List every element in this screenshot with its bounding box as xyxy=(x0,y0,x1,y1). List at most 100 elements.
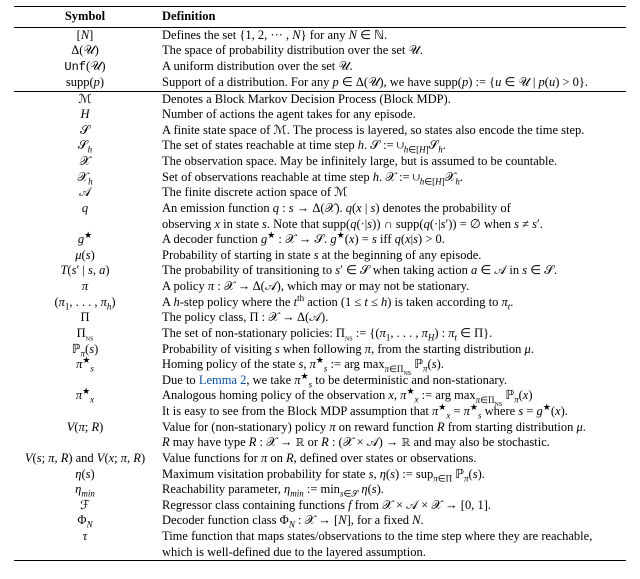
definition-cell: It is easy to see from the Block MDP ass… xyxy=(156,404,626,420)
table-row: η(s)Maximum visitation probability for s… xyxy=(14,467,626,483)
table-row: T(s′ | s, a)The probability of transitio… xyxy=(14,263,626,279)
table-row: which is well-defined due to the layered… xyxy=(14,545,626,561)
definition-cell: Due to Lemma 2, we take π★s to be determ… xyxy=(156,373,626,389)
symbol-cell: Unf(𝒰) xyxy=(14,59,156,75)
table-row: ΦNDecoder function class ΦN : 𝒳 → [N], f… xyxy=(14,513,626,529)
table-row: 𝒮hThe set of states reachable at time st… xyxy=(14,138,626,154)
table-row: ΠThe policy class, Π : 𝒳 → Δ(𝒜). xyxy=(14,310,626,326)
symbol-cell: V(π; R) xyxy=(14,420,156,436)
symbol-cell: 𝒜 xyxy=(14,185,156,201)
symbol-cell: q xyxy=(14,201,156,217)
definition-cell: The policy class, Π : 𝒳 → Δ(𝒜). xyxy=(156,310,626,326)
definition-cell: The finite discrete action space of ℳ xyxy=(156,185,626,201)
definition-cell: Probability of visiting s when following… xyxy=(156,342,626,358)
definition-cell: The set of states reachable at time step… xyxy=(156,138,626,154)
table-row: R may have type R : 𝒳 → ℝ or R : (𝒳 × 𝒜)… xyxy=(14,435,626,451)
symbol-cell: τ xyxy=(14,529,156,545)
definition-cell: Support of a distribution. For any p ∈ Δ… xyxy=(156,75,626,91)
symbol-cell: ηmin xyxy=(14,482,156,498)
symbol-cell: H xyxy=(14,107,156,123)
definition-cell: Value for (non-stationary) policy π on r… xyxy=(156,420,626,436)
definition-cell: The space of probability distribution ov… xyxy=(156,43,626,59)
table-row: g★A decoder function g★ : 𝒳 → 𝒮. g★(x) =… xyxy=(14,232,626,248)
symbol-cell: [N] xyxy=(14,27,156,43)
header-definition: Definition xyxy=(156,7,626,28)
symbol-cell: ΦN xyxy=(14,513,156,529)
definition-cell: observing x in state s. Note that supp(q… xyxy=(156,217,626,233)
table-row: π★sHoming policy of the state s, π★s := … xyxy=(14,357,626,373)
symbol-cell: η(s) xyxy=(14,467,156,483)
symbol-cell: π★x xyxy=(14,388,156,404)
symbol-cell xyxy=(14,545,156,561)
table-row: 𝒳The observation space. May be infinitel… xyxy=(14,154,626,170)
table-row: π★xAnalogous homing policy of the observ… xyxy=(14,388,626,404)
definition-cell: R may have type R : 𝒳 → ℝ or R : (𝒳 × 𝒜)… xyxy=(156,435,626,451)
table-row: πA policy π : 𝒳 → Δ(𝒜), which may or may… xyxy=(14,279,626,295)
symbol-cell: ℳ xyxy=(14,91,156,107)
table-row: τTime function that maps states/observat… xyxy=(14,529,626,545)
table-row: ΠnsThe set of non-stationary policies: Π… xyxy=(14,326,626,342)
table-row: V(π; R)Value for (non-stationary) policy… xyxy=(14,420,626,436)
table-row: supp(p)Support of a distribution. For an… xyxy=(14,75,626,91)
definition-cell: Probability of starting in state s at th… xyxy=(156,248,626,264)
table-row: Δ(𝒰)The space of probability distributio… xyxy=(14,43,626,59)
definition-cell: A policy π : 𝒳 → Δ(𝒜), which may or may … xyxy=(156,279,626,295)
definition-cell: A decoder function g★ : 𝒳 → 𝒮. g★(x) = s… xyxy=(156,232,626,248)
table-row: It is easy to see from the Block MDP ass… xyxy=(14,404,626,420)
symbol-cell: 𝒮 xyxy=(14,123,156,139)
symbol-cell: Πns xyxy=(14,326,156,342)
definition-cell: Decoder function class ΦN : 𝒳 → [N], for… xyxy=(156,513,626,529)
table-row: 𝒳hSet of observations reachable at time … xyxy=(14,170,626,186)
symbol-cell: 𝒮h xyxy=(14,138,156,154)
table-row: [N]Defines the set {1, 2, ··· , N} for a… xyxy=(14,27,626,43)
definition-cell: Maximum visitation probability for state… xyxy=(156,467,626,483)
symbol-cell: (π1, . . . , πh) xyxy=(14,295,156,311)
symbol-cell: 𝒳 xyxy=(14,154,156,170)
symbol-cell xyxy=(14,435,156,451)
definition-cell: Set of observations reachable at time st… xyxy=(156,170,626,186)
definition-cell: Time function that maps states/observati… xyxy=(156,529,626,545)
definition-cell: Analogous homing policy of the observati… xyxy=(156,388,626,404)
symbol-cell: g★ xyxy=(14,232,156,248)
symbol-cell: T(s′ | s, a) xyxy=(14,263,156,279)
definition-cell: Denotes a Block Markov Decision Process … xyxy=(156,91,626,107)
symbol-cell: μ(s) xyxy=(14,248,156,264)
symbol-cell: π xyxy=(14,279,156,295)
table-row: 𝒮A finite state space of ℳ. The process … xyxy=(14,123,626,139)
definition-cell: A uniform distribution over the set 𝒰. xyxy=(156,59,626,75)
table-row: Due to Lemma 2, we take π★s to be determ… xyxy=(14,373,626,389)
definition-cell: Homing policy of the state s, π★s := arg… xyxy=(156,357,626,373)
definition-cell: Number of actions the agent takes for an… xyxy=(156,107,626,123)
table-row: μ(s)Probability of starting in state s a… xyxy=(14,248,626,264)
symbol-cell: Π xyxy=(14,310,156,326)
symbol-cell: π★s xyxy=(14,357,156,373)
definition-cell: Defines the set {1, 2, ··· , N} for any … xyxy=(156,27,626,43)
symbol-cell: ℱ xyxy=(14,498,156,514)
definition-cell: A h-step policy where the tth action (1 … xyxy=(156,295,626,311)
definition-cell: which is well-defined due to the layered… xyxy=(156,545,626,561)
table-row: observing x in state s. Note that supp(q… xyxy=(14,217,626,233)
table-row: 𝒜The finite discrete action space of ℳ xyxy=(14,185,626,201)
definition-cell: The observation space. May be infinitely… xyxy=(156,154,626,170)
symbol-cell: supp(p) xyxy=(14,75,156,91)
symbol-cell: Δ(𝒰) xyxy=(14,43,156,59)
symbol-cell: 𝒳h xyxy=(14,170,156,186)
notation-table: Symbol Definition [N]Defines the set {1,… xyxy=(14,6,626,561)
table-row: HNumber of actions the agent takes for a… xyxy=(14,107,626,123)
definition-cell: The set of non-stationary policies: Πns … xyxy=(156,326,626,342)
definition-cell: Value functions for π on R, defined over… xyxy=(156,451,626,467)
table-row: ℱRegressor class containing functions f … xyxy=(14,498,626,514)
definition-cell: Reachability parameter, ηmin := mins∈𝒮 η… xyxy=(156,482,626,498)
table-row: ηminReachability parameter, ηmin := mins… xyxy=(14,482,626,498)
symbol-cell xyxy=(14,404,156,420)
definition-cell: Regressor class containing functions f f… xyxy=(156,498,626,514)
table-row: Unf(𝒰)A uniform distribution over the se… xyxy=(14,59,626,75)
definition-cell: The probability of transitioning to s′ ∈… xyxy=(156,263,626,279)
definition-cell: A finite state space of ℳ. The process i… xyxy=(156,123,626,139)
table-row: (π1, . . . , πh)A h-step policy where th… xyxy=(14,295,626,311)
table-row: qAn emission function q : s → Δ(𝒳). q(x … xyxy=(14,201,626,217)
table-row: V(s; π, R) and V(x; π, R)Value functions… xyxy=(14,451,626,467)
table-row: ℳDenotes a Block Markov Decision Process… xyxy=(14,91,626,107)
definition-cell: An emission function q : s → Δ(𝒳). q(x |… xyxy=(156,201,626,217)
symbol-cell: V(s; π, R) and V(x; π, R) xyxy=(14,451,156,467)
